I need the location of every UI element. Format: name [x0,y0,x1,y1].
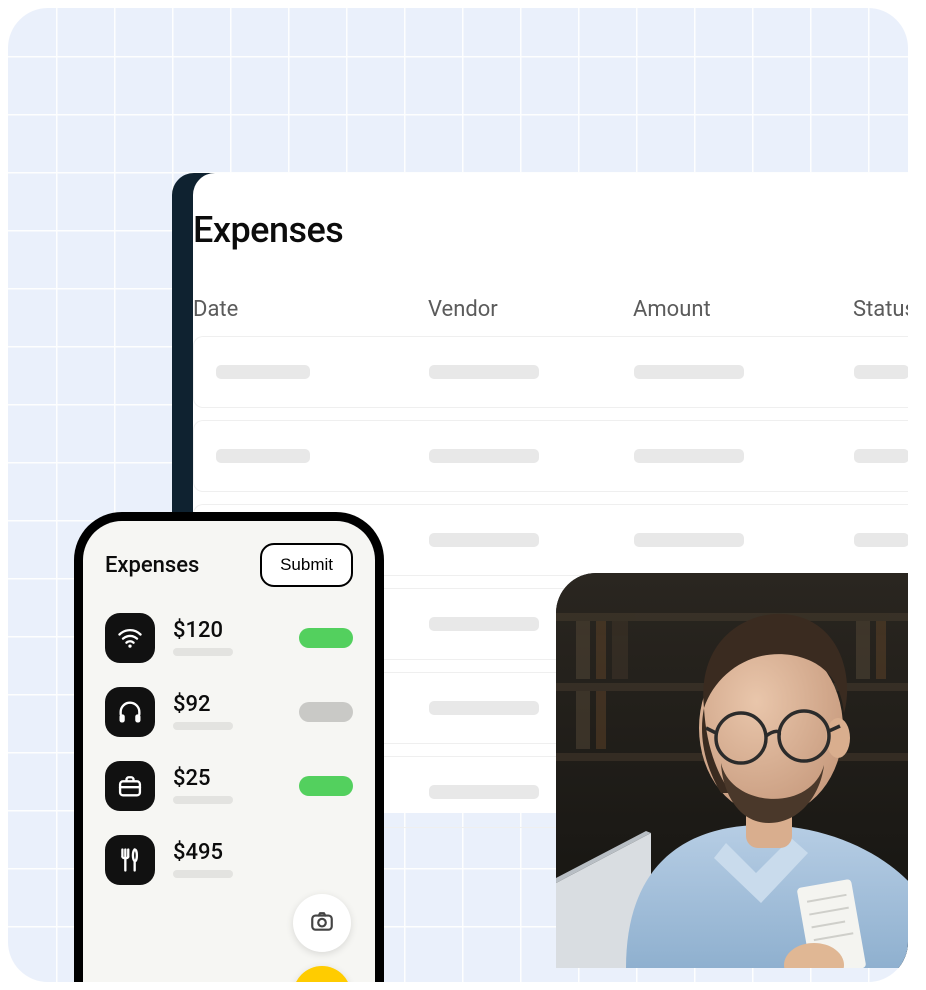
phone-title: Expenses [105,553,199,578]
col-header-vendor: Vendor [428,297,633,322]
expense-amount: $120 [173,620,281,642]
camera-icon [309,908,335,938]
skeleton [634,365,744,379]
skeleton [634,533,744,547]
skeleton [173,796,233,804]
phone-mockup: Expenses Submit $120 [74,512,384,982]
col-header-status: Status [853,297,908,322]
expense-row[interactable]: $92 [105,687,353,737]
skeleton [173,722,233,730]
background-grid-card: Expenses Date Vendor Amount Status [8,8,908,982]
camera-button[interactable] [293,894,351,952]
skeleton [854,449,908,463]
col-header-date: Date [193,297,428,322]
expense-row[interactable]: $495 [105,835,353,885]
skeleton [429,533,539,547]
expense-amount: $92 [173,694,281,716]
status-pill-gray [299,702,353,722]
table-row[interactable] [193,420,908,492]
submit-button[interactable]: Submit [260,543,353,587]
expense-list: $120 $92 [105,613,353,885]
table-row[interactable] [193,336,908,408]
skeleton [216,365,310,379]
expense-row[interactable]: $120 [105,613,353,663]
desktop-title: Expenses [193,209,908,251]
skeleton [216,449,310,463]
status-pill-green [299,628,353,648]
wifi-icon [105,613,155,663]
skeleton [429,701,539,715]
skeleton [429,365,539,379]
skeleton [854,533,908,547]
skeleton [429,449,539,463]
briefcase-icon [105,761,155,811]
expense-amount: $495 [173,842,281,864]
skeleton [854,365,908,379]
table-header: Date Vendor Amount Status [193,297,908,336]
fork-icon [105,835,155,885]
skeleton [173,648,233,656]
skeleton [429,785,539,799]
phone-header: Expenses Submit [105,543,353,587]
col-header-amount: Amount [633,297,853,322]
headphones-icon [105,687,155,737]
skeleton [634,449,744,463]
expense-amount: $25 [173,768,281,790]
expense-row[interactable]: $25 [105,761,353,811]
status-pill-green [299,776,353,796]
skeleton [429,617,539,631]
photo-tile [556,573,908,968]
add-expense-button[interactable] [293,966,351,982]
skeleton [173,870,233,878]
